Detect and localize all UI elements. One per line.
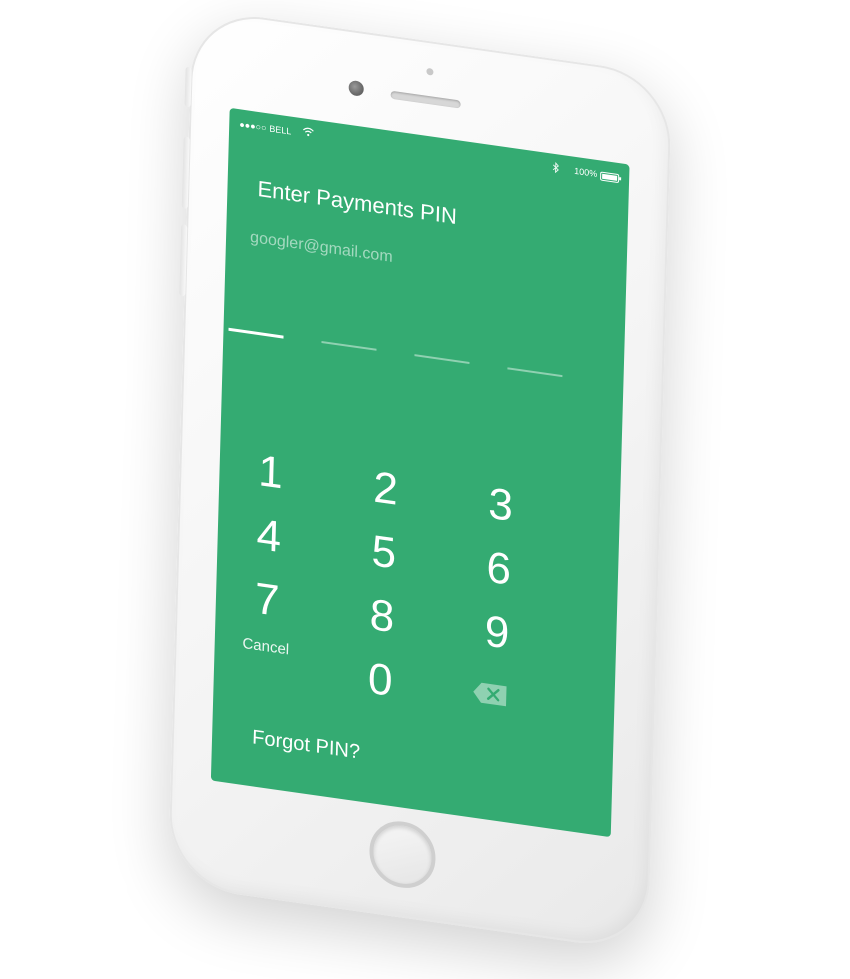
mute-switch <box>184 66 192 108</box>
status-bar: ●●●○○ BELL 100% <box>239 117 620 187</box>
proximity-sensor <box>426 67 434 76</box>
phone-device: ●●●○○ BELL 100% Enter Payments PIN googl… <box>167 7 673 953</box>
device-stage: ●●●○○ BELL 100% Enter Payments PIN googl… <box>0 0 850 979</box>
key-6[interactable]: 6 <box>453 534 545 605</box>
key-5[interactable]: 5 <box>338 518 430 589</box>
pin-slot-1 <box>228 327 284 339</box>
key-4[interactable]: 4 <box>223 501 315 572</box>
key-7[interactable]: 7 <box>221 565 313 636</box>
account-email: googler@gmail.com <box>249 228 393 267</box>
key-8[interactable]: 8 <box>336 581 428 652</box>
key-1[interactable]: 1 <box>225 438 317 509</box>
key-9[interactable]: 9 <box>451 598 543 669</box>
battery-icon <box>600 171 620 184</box>
volume-up-button <box>181 136 190 209</box>
battery-percent: 100% <box>574 165 598 179</box>
earpiece-speaker <box>390 90 461 109</box>
cancel-button[interactable]: Cancel <box>221 632 311 662</box>
numeric-keypad: 1 2 3 4 5 6 7 8 9 Cancel 0 <box>213 437 620 753</box>
volume-down-button <box>179 224 188 297</box>
forgot-pin-link[interactable]: Forgot PIN? <box>252 726 360 764</box>
page-title: Enter Payments PIN <box>257 175 458 230</box>
pin-entry[interactable] <box>223 327 623 388</box>
phone-screen: ●●●○○ BELL 100% Enter Payments PIN googl… <box>210 107 630 838</box>
carrier-name: BELL <box>269 123 292 137</box>
home-button[interactable] <box>368 817 437 893</box>
front-camera <box>348 79 364 97</box>
wifi-icon <box>302 126 314 141</box>
pin-slot-4 <box>507 367 563 378</box>
pin-slot-2 <box>321 340 377 351</box>
key-2[interactable]: 2 <box>340 454 432 525</box>
signal-strength: ●●●○○ <box>239 119 267 134</box>
pin-slot-3 <box>414 354 470 364</box>
key-0[interactable]: 0 <box>334 645 426 716</box>
key-3[interactable]: 3 <box>455 470 547 541</box>
bluetooth-icon <box>552 161 559 177</box>
backspace-icon[interactable] <box>472 681 509 708</box>
